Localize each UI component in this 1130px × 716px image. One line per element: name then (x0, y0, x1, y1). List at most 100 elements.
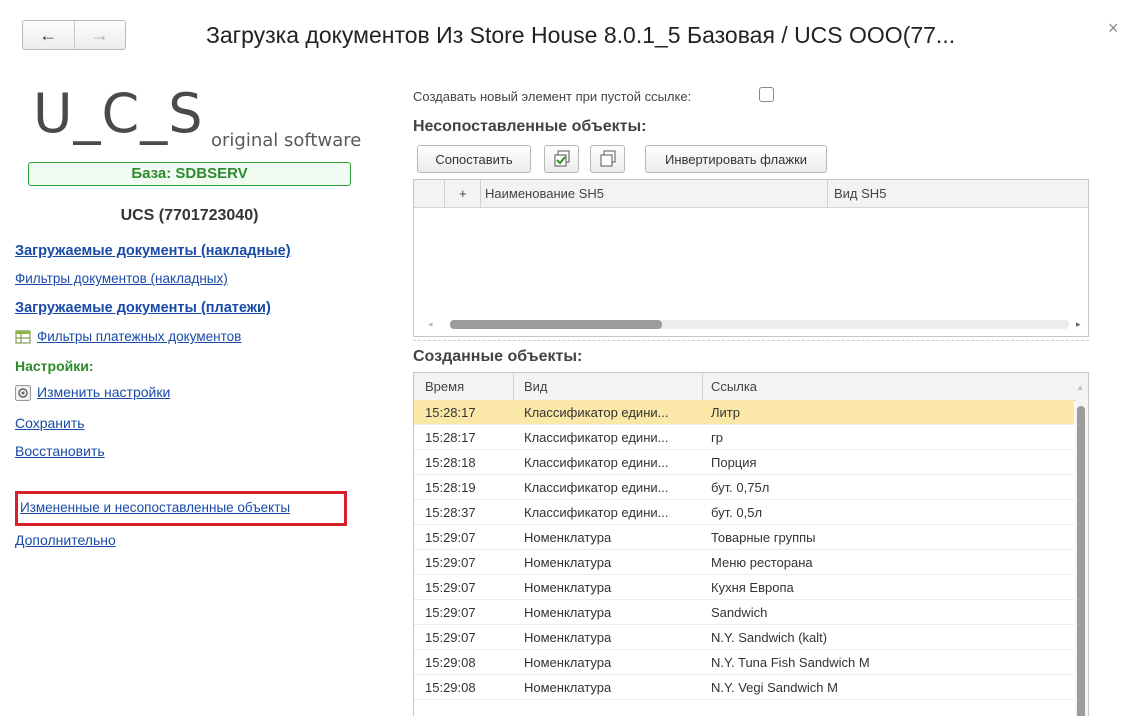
unmatched-objects-table[interactable]: + Наименование SH5 Вид SH5 ◂ ▸ (413, 179, 1089, 337)
create-on-empty-label: Создавать новый элемент при пустой ссылк… (413, 89, 692, 104)
table-row[interactable]: 15:28:17 Классификатор едини... Литр (414, 400, 1074, 425)
cell-reference: Литр (711, 405, 740, 420)
organization-name: UCS (7701723040) (120, 207, 259, 224)
link-loaded-invoices[interactable]: Загружаемые документы (накладные) (15, 243, 291, 259)
check-all-button[interactable] (544, 145, 579, 173)
create-on-empty-checkbox[interactable] (759, 87, 774, 102)
change-settings-item[interactable]: Изменить настройки (15, 384, 170, 402)
created-objects-table[interactable]: Время Вид Ссылка ▴ 15:28:17 Классификатор… (413, 372, 1089, 716)
table-row[interactable]: 15:29:07 Номенклатура N.Y. Sandwich (kalt) (414, 625, 1074, 650)
cell-kind: Классификатор едини... (524, 480, 669, 495)
cell-reference: N.Y. Vegi Sandwich M (711, 680, 838, 695)
cell-time: 15:28:17 (425, 405, 476, 420)
column-header-kind[interactable]: Вид (524, 373, 548, 400)
cell-reference: гр (711, 430, 723, 445)
table-filter-icon (15, 330, 31, 344)
table-row[interactable]: 15:29:07 Номенклатура Sandwich (414, 600, 1074, 625)
cell-reference: Меню ресторана (711, 555, 813, 570)
window-title: Загрузка документов Из Store House 8.0.1… (206, 22, 956, 48)
cell-reference: бут. 0,5л (711, 505, 763, 520)
table-row[interactable]: 15:28:37 Классификатор едини... бут. 0,5л (414, 500, 1074, 525)
cell-kind: Номенклатура (524, 580, 612, 595)
cell-kind: Классификатор едини... (524, 430, 669, 445)
match-button[interactable]: Сопоставить (417, 145, 531, 173)
column-header-add[interactable]: + (459, 180, 467, 207)
cell-reference: N.Y. Tuna Fish Sandwich M (711, 655, 870, 670)
forward-button[interactable]: → (73, 21, 126, 49)
settings-header: Настройки: (15, 358, 94, 374)
table-header: + Наименование SH5 Вид SH5 (414, 180, 1088, 208)
logo: U_C_S (33, 82, 204, 145)
arrow-left-icon: ← (39, 24, 58, 45)
table-row[interactable]: 15:28:17 Классификатор едини... гр (414, 425, 1074, 450)
cell-time: 15:29:07 (425, 630, 476, 645)
link-restore[interactable]: Восстановить (15, 443, 105, 459)
cell-time: 15:28:18 (425, 455, 476, 470)
table-row[interactable]: 15:28:19 Классификатор едини... бут. 0,75л (414, 475, 1074, 500)
link-change-settings[interactable]: Изменить настройки (37, 384, 170, 400)
cell-kind: Номенклатура (524, 655, 612, 670)
column-header-reference[interactable]: Ссылка (711, 373, 757, 400)
cell-time: 15:28:19 (425, 480, 476, 495)
column-header-time[interactable]: Время (425, 373, 464, 400)
cell-kind: Номенклатура (524, 555, 612, 570)
vertical-scrollbar[interactable] (1075, 400, 1088, 716)
database-badge: База: SDBSERV (28, 162, 351, 186)
table-row[interactable]: 15:28:18 Классификатор едини... Порция (414, 450, 1074, 475)
table-row[interactable]: 15:29:08 Номенклатура N.Y. Tuna Fish Sandw… (414, 650, 1074, 675)
back-button[interactable]: ← (23, 21, 74, 49)
uncheck-all-button[interactable] (590, 145, 625, 173)
invert-flags-button[interactable]: Инвертировать флажки (645, 145, 827, 173)
link-additional[interactable]: Дополнительно (15, 532, 116, 548)
cell-time: 15:28:37 (425, 505, 476, 520)
cell-kind: Классификатор едини... (524, 505, 669, 520)
scrollbar-thumb[interactable] (450, 320, 662, 329)
table-header: Время Вид Ссылка ▴ (414, 373, 1088, 401)
table-row[interactable]: 15:29:07 Номенклатура Кухня Европа (414, 575, 1074, 600)
link-payment-filters[interactable]: Фильтры платежных документов (37, 329, 241, 344)
settings-gear-icon (15, 384, 31, 401)
panel-splitter[interactable] (413, 340, 1089, 341)
payment-filters-item[interactable]: Фильтры платежных документов (15, 328, 241, 346)
cell-reference: Кухня Европа (711, 580, 794, 595)
cell-kind: Номенклатура (524, 680, 612, 695)
link-loaded-payments[interactable]: Загружаемые документы (платежи) (15, 300, 271, 316)
link-invoice-filters[interactable]: Фильтры документов (накладных) (15, 271, 228, 286)
scroll-right-icon[interactable]: ▸ (1076, 319, 1081, 330)
cell-time: 15:29:07 (425, 530, 476, 545)
horizontal-scrollbar[interactable] (450, 320, 1069, 329)
link-save[interactable]: Сохранить (15, 415, 85, 431)
created-objects-title: Созданные объекты: (413, 348, 583, 365)
table-row[interactable]: 15:29:07 Номенклатура Меню ресторана (414, 550, 1074, 575)
cell-kind: Классификатор едини... (524, 405, 669, 420)
cell-time: 15:29:08 (425, 680, 476, 695)
table-row[interactable]: 15:29:08 Номенклатура N.Y. Vegi Sandwich M (414, 675, 1074, 700)
arrow-right-icon: → (90, 24, 109, 45)
cell-time: 15:28:17 (425, 430, 476, 445)
column-header-name-sh5[interactable]: Наименование SH5 (485, 180, 604, 207)
cell-reference: Sandwich (711, 605, 768, 620)
cell-kind: Номенклатура (524, 630, 612, 645)
cell-reference: Порция (711, 455, 757, 470)
cell-time: 15:29:08 (425, 655, 476, 670)
table-row[interactable]: 15:29:07 Номенклатура Товарные группы (414, 525, 1074, 550)
uncheck-all-icon (600, 150, 615, 167)
logo-subtitle: original software (211, 130, 362, 151)
check-all-icon (554, 150, 569, 167)
cell-time: 15:29:07 (425, 555, 476, 570)
cell-kind: Номенклатура (524, 530, 612, 545)
scroll-up-icon[interactable]: ▴ (1078, 382, 1083, 393)
navigation-buttons: ← → (22, 20, 126, 50)
cell-reference: бут. 0,75л (711, 480, 770, 495)
scroll-left-icon[interactable]: ◂ (428, 319, 433, 330)
column-header-kind-sh5[interactable]: Вид SH5 (834, 180, 886, 207)
cell-time: 15:29:07 (425, 580, 476, 595)
cell-kind: Классификатор едини... (524, 455, 669, 470)
unmatched-title: Несопоставленные объекты: (413, 118, 647, 135)
cell-reference: Товарные группы (711, 530, 816, 545)
scrollbar-thumb[interactable] (1077, 406, 1085, 716)
cell-reference: N.Y. Sandwich (kalt) (711, 630, 828, 645)
link-changed-unmatched-objects[interactable]: Измененные и несопоставленные объекты (20, 500, 290, 515)
cell-kind: Номенклатура (524, 605, 612, 620)
close-icon[interactable]: × (1108, 18, 1119, 39)
